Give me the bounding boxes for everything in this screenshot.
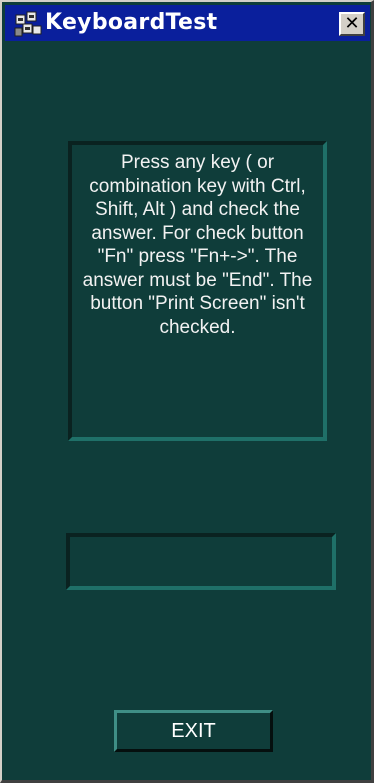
app-icon [14,11,42,37]
instructions-text: Press any key ( or combination key with … [82,152,313,338]
close-button[interactable]: ✕ [339,12,365,36]
exit-button[interactable]: EXIT [114,710,273,752]
title-bar[interactable]: KeyboardTest ✕ [5,5,370,41]
instructions-panel: Press any key ( or combination key with … [68,141,327,441]
close-icon: ✕ [344,13,360,34]
window-title: KeyboardTest [45,10,218,35]
answer-display-field [66,533,336,590]
keyboard-test-window: KeyboardTest ✕ Press any key ( or combin… [0,0,374,783]
